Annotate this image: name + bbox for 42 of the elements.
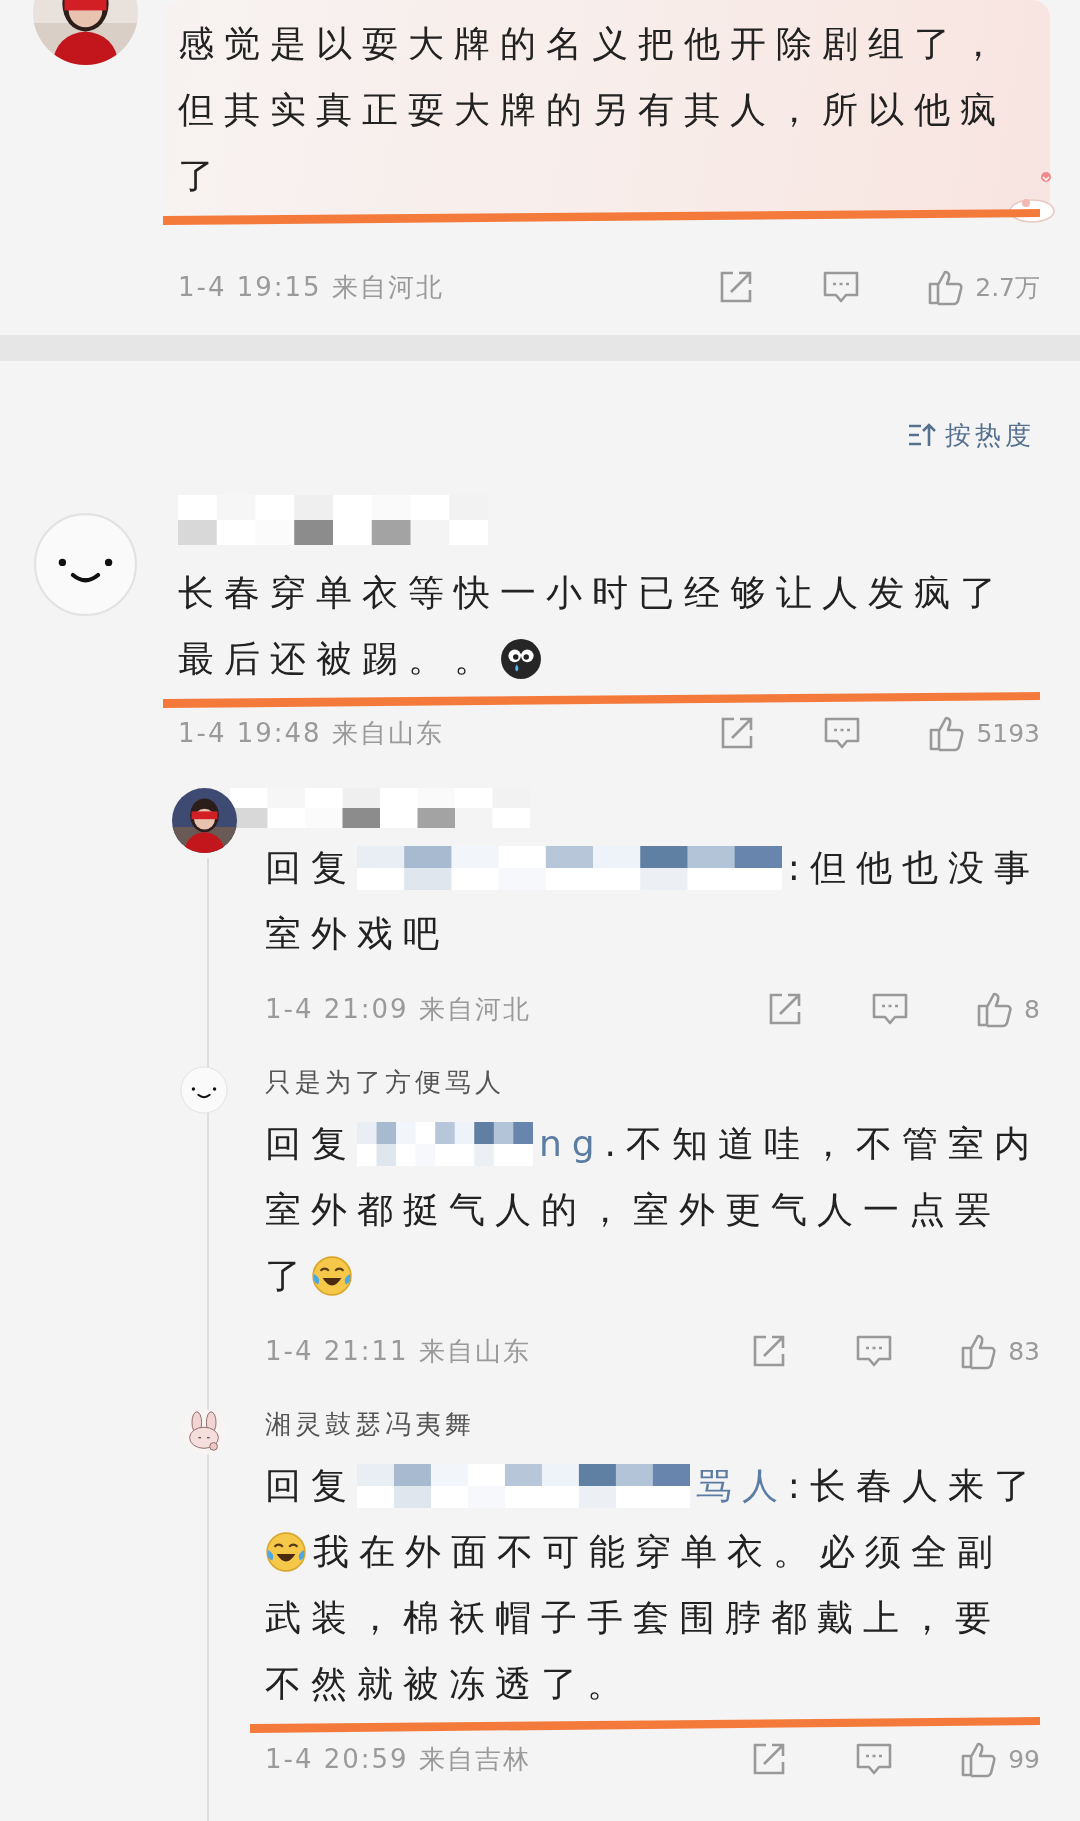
comment-text: 最后还被踢。。 xyxy=(178,637,500,681)
comment-text: 回复 xyxy=(265,1464,357,1508)
like-count: 8 xyxy=(1024,994,1040,1024)
comment-text: 武装，棉袄帽子手套围脖都戴上，要 xyxy=(265,1596,1001,1640)
like-icon[interactable] xyxy=(927,268,966,306)
comment-text: 回复 xyxy=(265,1122,357,1166)
like-icon[interactable] xyxy=(976,990,1015,1028)
username[interactable]: 只是为了方便骂人 xyxy=(265,1064,1040,1100)
like-count: 5193 xyxy=(976,718,1040,748)
comment-text: 了 xyxy=(265,1254,311,1298)
comment-text: 室外戏吧 xyxy=(265,912,449,956)
mention-link[interactable]: 骂人 xyxy=(695,1464,788,1508)
comment-meta: 1-4 20:59 来自吉林 xyxy=(265,1742,531,1776)
comment-text: 感觉是以耍大牌的名义把他开除剧组了， xyxy=(178,22,1006,66)
like-icon[interactable] xyxy=(928,714,967,752)
comment-text: 室外都挺气人的，室外更气人一点罢 xyxy=(265,1188,1001,1232)
comment-text: 长春穿单衣等快一小时已经够让人发疯了 xyxy=(178,571,1006,615)
smiley-avatar-icon xyxy=(33,512,138,617)
comment-meta: 1-4 19:15 来自河北 xyxy=(178,270,444,304)
comment-meta: 1-4 21:09 来自河北 xyxy=(265,992,531,1026)
tearful-face-icon xyxy=(500,638,542,680)
comment-text: 不然就被冻透了。 xyxy=(265,1662,633,1706)
username[interactable]: 湘灵鼓瑟冯夷舞 xyxy=(265,1406,1040,1442)
comment-text: .不知道哇，不管室内 xyxy=(604,1122,1040,1166)
like-count: 83 xyxy=(1008,1336,1040,1366)
like-icon[interactable] xyxy=(960,1740,999,1778)
comment-text: 我在外面不可能穿单衣。必须全副 xyxy=(313,1530,1003,1574)
laughing-face-icon xyxy=(311,1255,353,1297)
like-count: 99 xyxy=(1008,1744,1040,1774)
comment-text: 回复 xyxy=(265,846,357,890)
comment-text: 了 xyxy=(178,154,224,198)
like-icon[interactable] xyxy=(960,1332,999,1370)
laughing-face-icon xyxy=(265,1531,307,1573)
comment-text: 但其实真正耍大牌的另有其人，所以他疯 xyxy=(178,88,1006,132)
like-count: 2.7万 xyxy=(975,271,1040,304)
sort-icon[interactable] xyxy=(907,422,937,448)
comment-text: :但他也没事 xyxy=(787,846,1040,890)
sort-option[interactable]: 按热度 xyxy=(945,417,1035,453)
comment-text: :长春人来了 xyxy=(787,1464,1040,1508)
comment-meta: 1-4 19:48 来自山东 xyxy=(178,716,444,750)
comment-meta: 1-4 21:11 来自山东 xyxy=(265,1334,531,1368)
mention-link[interactable]: ng xyxy=(538,1122,605,1166)
